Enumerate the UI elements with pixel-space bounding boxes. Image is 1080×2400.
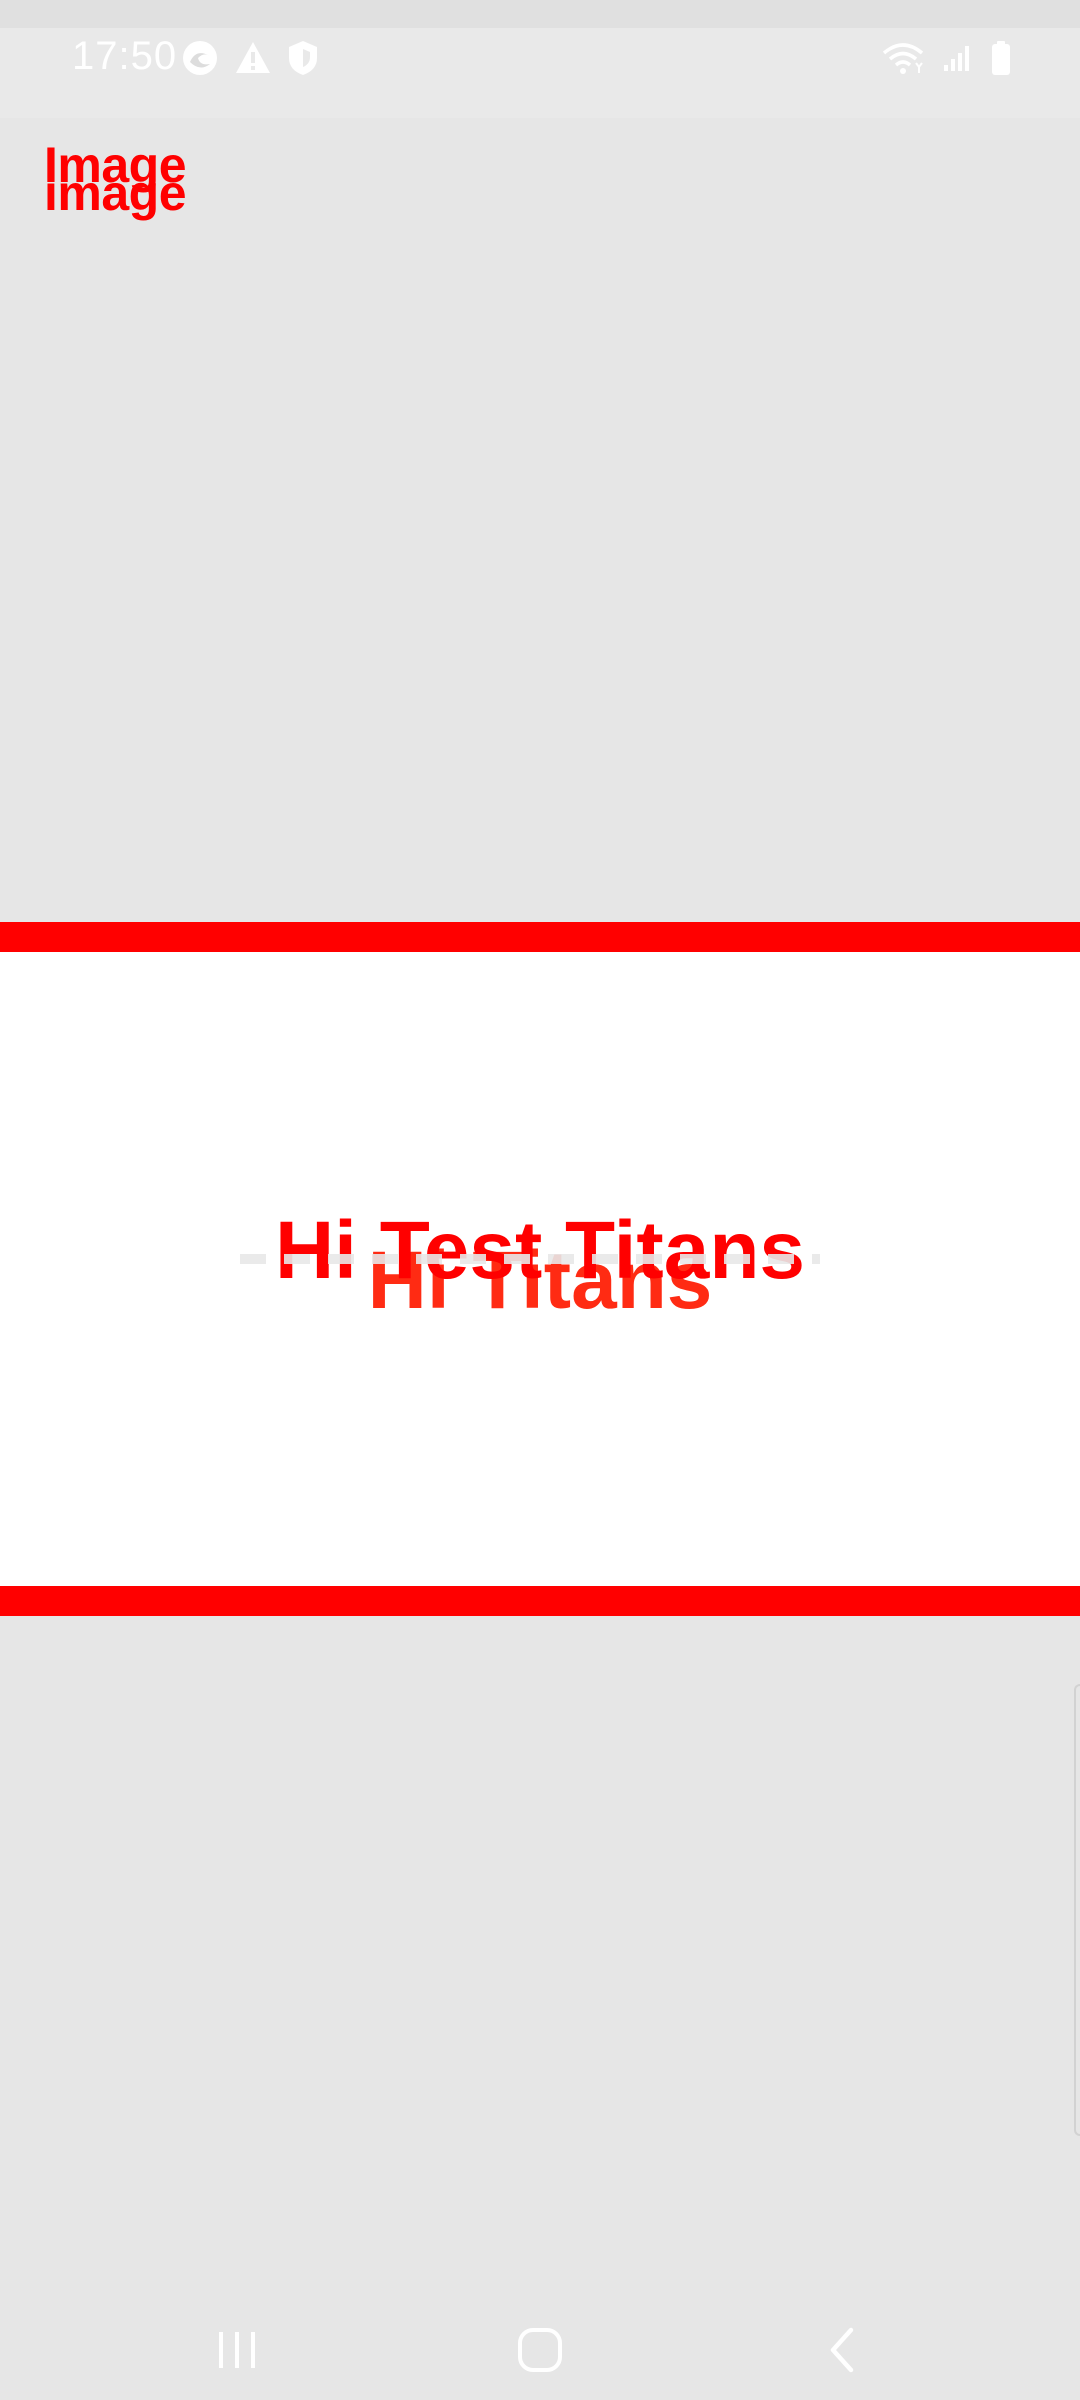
- home-button[interactable]: [500, 2320, 580, 2384]
- signal-icon: [942, 43, 972, 73]
- warning-icon: [234, 40, 272, 76]
- app-logo: Image image: [44, 140, 204, 230]
- status-icons-right: [882, 40, 1012, 76]
- banner-title: Hi Test Titans: [274, 1205, 806, 1296]
- promo-banner[interactable]: Hi Titans Hi Test Titans: [0, 922, 1080, 1616]
- navigation-bar: [0, 2304, 1080, 2400]
- home-icon: [516, 2326, 564, 2379]
- shield-icon: [286, 39, 320, 77]
- recents-button[interactable]: [198, 2320, 278, 2384]
- edge-browser-icon: [180, 38, 220, 78]
- battery-icon: [990, 40, 1012, 76]
- app-screen: 17:50 Image image Hi Titans Hi Test Tita…: [0, 0, 1080, 2400]
- wifi-icon: [882, 41, 924, 75]
- banner-glitch-stripe: [240, 1254, 820, 1264]
- edge-panel-handle[interactable]: [1074, 1684, 1080, 2136]
- status-icons-left: [180, 38, 320, 78]
- back-icon: [825, 2326, 859, 2379]
- logo-text-bottom: image: [44, 165, 187, 221]
- back-button[interactable]: [802, 2320, 882, 2384]
- status-time: 17:50: [72, 34, 178, 78]
- recents-icon: [215, 2328, 261, 2377]
- banner-text-group: Hi Titans Hi Test Titans: [0, 1205, 1080, 1322]
- status-bar: 17:50: [0, 0, 1080, 118]
